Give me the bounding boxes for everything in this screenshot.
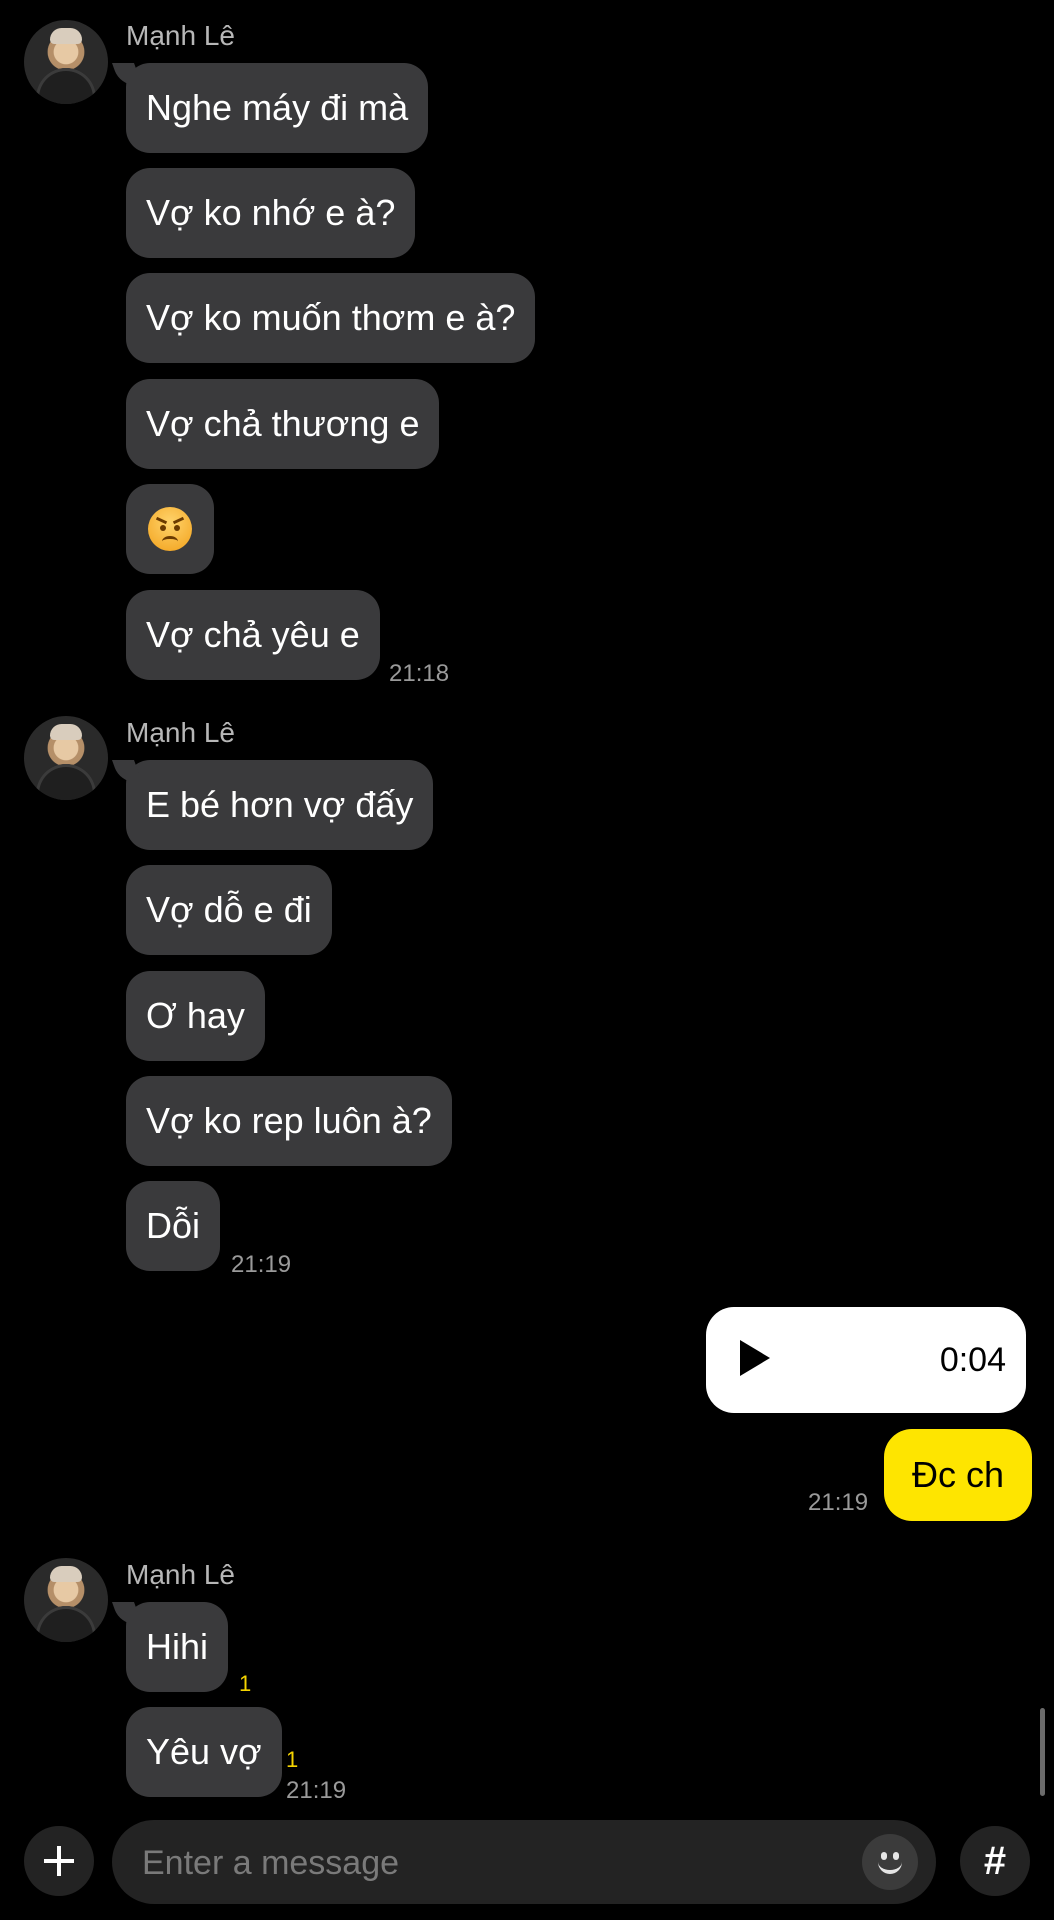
unread-count: 1	[239, 1671, 252, 1696]
message-bubble[interactable]: Vợ dỗ e đi	[126, 865, 332, 955]
message-text: E bé hơn vợ đấy	[146, 784, 414, 825]
scrollbar[interactable]	[1040, 1708, 1045, 1796]
message-bubble[interactable]: Ơ hay	[126, 971, 265, 1061]
message-text: Vợ ko rep luôn à?	[146, 1100, 432, 1141]
message-bubble[interactable]: Nghe máy đi mà	[126, 63, 429, 153]
sender-name: Mạnh Lê	[126, 1559, 235, 1590]
message-bubble[interactable]: Dỗi	[126, 1181, 221, 1271]
sender-avatar[interactable]	[24, 716, 108, 800]
message-text: Vợ chả thương e	[146, 403, 420, 444]
hashtag-icon[interactable]: #	[960, 1826, 1030, 1896]
message-input-field[interactable]	[112, 1820, 936, 1906]
emoji-message-bubble[interactable]	[126, 484, 214, 574]
message-bubble[interactable]: Vợ ko muốn thơm e à?	[126, 273, 536, 363]
play-icon[interactable]	[740, 1340, 770, 1376]
message-time: 21:19	[286, 1777, 347, 1804]
message-bubble[interactable]: Vợ chả yêu e	[126, 590, 380, 680]
message-bubble[interactable]: Vợ ko rep luôn à?	[126, 1076, 452, 1166]
voice-message[interactable]: 0:04	[706, 1307, 1026, 1413]
message-input[interactable]	[140, 1820, 844, 1906]
message-composer: #	[0, 1810, 1054, 1920]
sender-name: Mạnh Lê	[126, 20, 235, 51]
message-text: Yêu vợ	[146, 1731, 262, 1772]
message-text: Vợ ko nhớ e à?	[146, 192, 396, 233]
sender-avatar[interactable]	[24, 1558, 108, 1642]
message-text: Hihi	[146, 1626, 209, 1667]
sender-avatar[interactable]	[24, 20, 108, 104]
message-text: Đc ch	[911, 1454, 1005, 1495]
message-text: Dỗi	[146, 1205, 201, 1246]
message-bubble[interactable]: Vợ ko nhớ e à?	[126, 168, 416, 258]
message-bubble[interactable]: E bé hơn vợ đấy	[126, 760, 434, 850]
voice-duration: 0:04	[939, 1341, 1006, 1379]
message-text: Vợ ko muốn thơm e à?	[146, 297, 516, 338]
smiley-icon[interactable]	[862, 1834, 918, 1890]
plus-icon[interactable]	[24, 1826, 94, 1896]
message-bubble[interactable]: Vợ chả thương e	[126, 379, 440, 469]
message-time: 21:19	[808, 1489, 869, 1516]
message-bubble[interactable]: Yêu vợ	[126, 1707, 282, 1797]
sender-name: Mạnh Lê	[126, 717, 235, 748]
message-text: Nghe máy đi mà	[146, 87, 409, 128]
unread-count: 1	[286, 1747, 299, 1772]
message-text: Ơ hay	[146, 995, 245, 1036]
message-bubble[interactable]: Hihi	[126, 1602, 229, 1692]
angry-face-emoji-icon	[148, 507, 192, 551]
message-text: Vợ chả yêu e	[146, 614, 360, 655]
message-text: Vợ dỗ e đi	[146, 889, 312, 930]
message-time: 21:19	[231, 1251, 292, 1278]
message-time: 21:18	[389, 660, 450, 687]
outgoing-message-bubble[interactable]: Đc ch	[884, 1429, 1032, 1521]
